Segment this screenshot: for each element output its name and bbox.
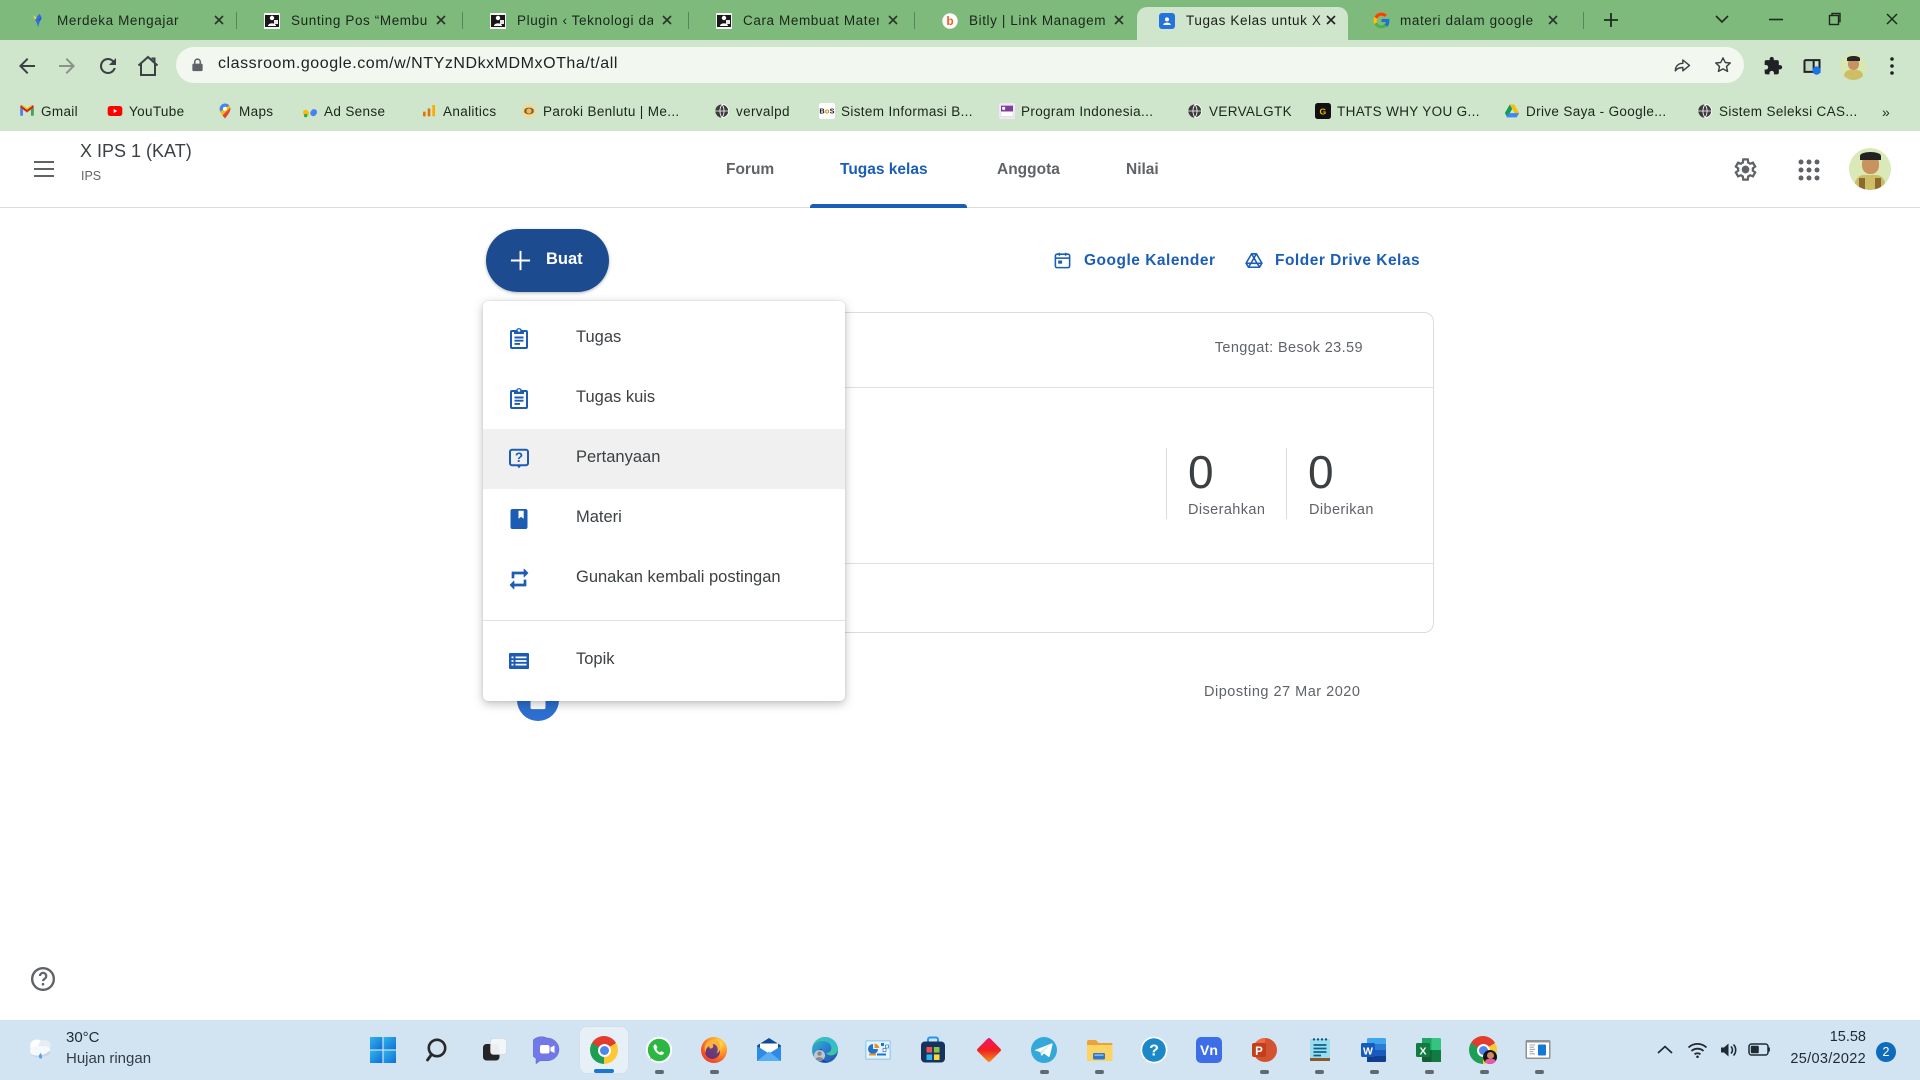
svg-text:G: G bbox=[1320, 106, 1327, 116]
svg-text:?: ? bbox=[515, 450, 523, 465]
svg-text:P: P bbox=[1255, 1046, 1263, 1058]
svg-text:Vn: Vn bbox=[1200, 1042, 1218, 1058]
svg-text:?: ? bbox=[1149, 1043, 1159, 1060]
svg-text:BoS: BoS bbox=[819, 107, 834, 116]
svg-text:W: W bbox=[1363, 1046, 1373, 1058]
svg-text:X: X bbox=[1419, 1046, 1426, 1058]
svg-text:b: b bbox=[946, 14, 953, 28]
